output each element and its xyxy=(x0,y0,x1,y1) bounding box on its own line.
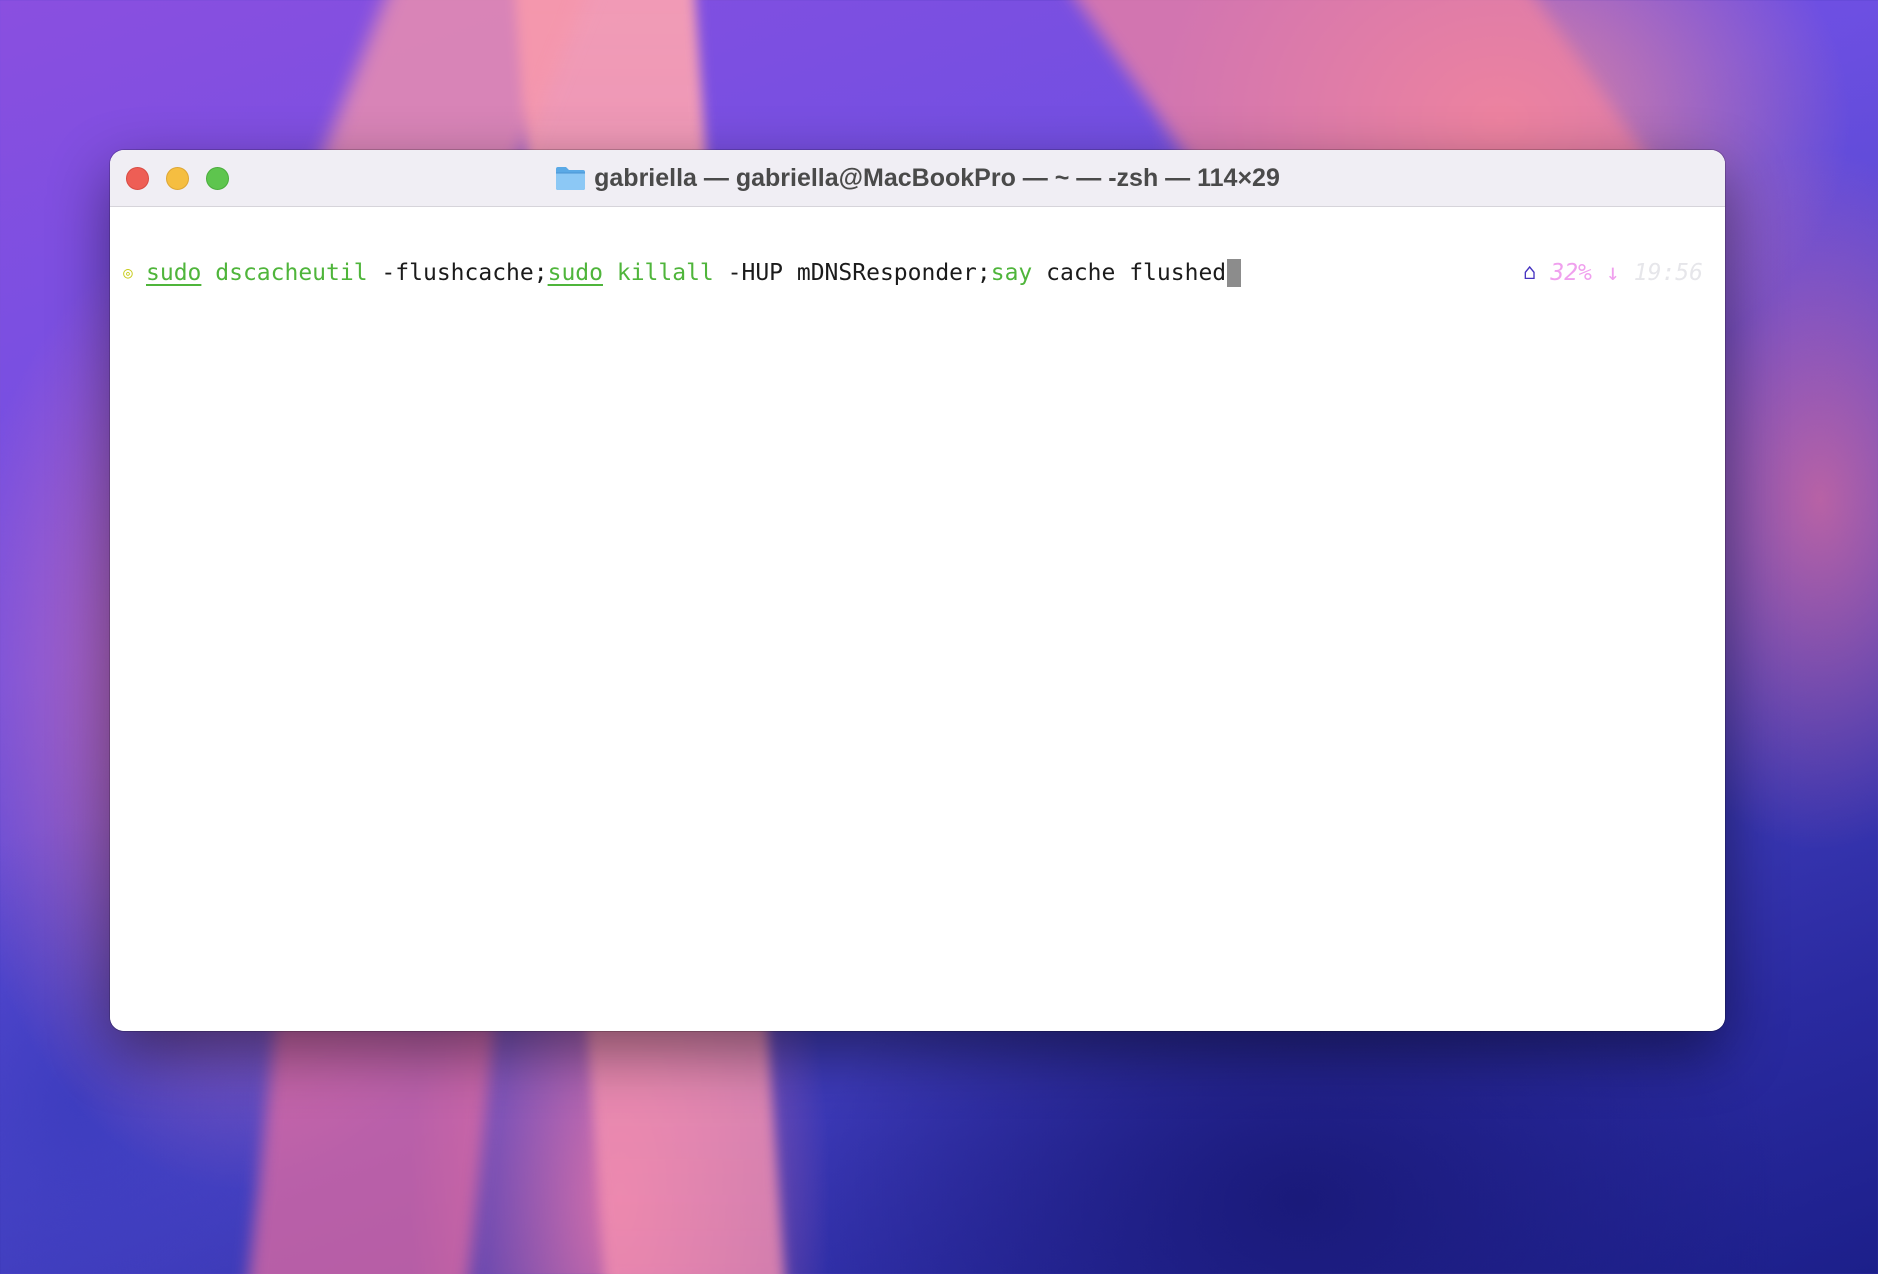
right-prompt: ⌂ 32% ↓ 19:56 xyxy=(1523,257,1703,289)
minimize-button[interactable] xyxy=(166,167,189,190)
battery-level: 32% xyxy=(1550,260,1592,286)
text-cursor xyxy=(1227,259,1242,287)
window-title: gabriella — gabriella@MacBookPro — ~ — -… xyxy=(594,163,1280,192)
terminal-window: gabriella — gabriella@MacBookPro — ~ — -… xyxy=(110,150,1725,1031)
zoom-button[interactable] xyxy=(206,167,229,190)
command-token: dscacheutil xyxy=(215,260,368,286)
prompt-status-icon: ◎ xyxy=(123,263,133,282)
command-token: cache flushed xyxy=(1032,260,1227,286)
folder-icon xyxy=(555,165,586,191)
command-token xyxy=(603,260,617,286)
command-token: -HUP mDNSResponder; xyxy=(713,260,991,286)
wallpaper-streak xyxy=(244,1020,496,1274)
command-token xyxy=(201,260,215,286)
home-icon: ⌂ xyxy=(1523,260,1537,285)
command-token: killall xyxy=(616,260,714,286)
command-text[interactable]: sudo dscacheutil -flushcache;sudo killal… xyxy=(146,257,1226,289)
command-line[interactable]: ◎ sudo dscacheutil -flushcache;sudo kill… xyxy=(120,257,1242,289)
terminal-content[interactable]: ◎ sudo dscacheutil -flushcache;sudo kill… xyxy=(110,207,1725,1031)
command-token: -flushcache; xyxy=(367,260,548,286)
arrow-down-icon: ↓ xyxy=(1605,260,1620,286)
command-token: sudo xyxy=(547,260,603,286)
command-token: sudo xyxy=(146,260,202,286)
prompt-time: 19:56 xyxy=(1633,260,1703,286)
command-token: say xyxy=(990,260,1033,286)
close-button[interactable] xyxy=(126,167,149,190)
window-titlebar[interactable]: gabriella — gabriella@MacBookPro — ~ — -… xyxy=(110,150,1725,207)
window-controls xyxy=(126,167,229,190)
window-title-group: gabriella — gabriella@MacBookPro — ~ — -… xyxy=(555,164,1280,193)
